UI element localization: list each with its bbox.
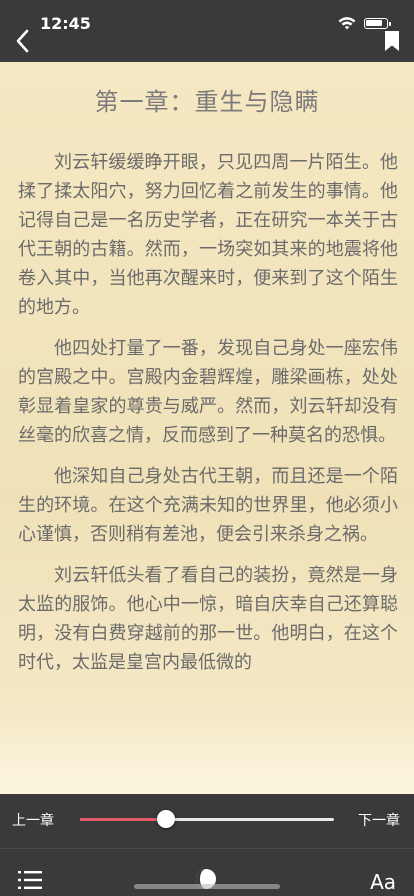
paragraph: 他四处打量了一番，发现自己身处一座宏伟的宫殿之中。宫殿内金碧辉煌，雕梁画栋，处处… <box>18 338 398 446</box>
paragraph: 他深知自己身处古代王朝，而且还是一个陌生的环境。在这个充满未知的世界里，他必须小… <box>18 466 398 545</box>
page-fade-overlay <box>0 712 414 794</box>
progress-slider[interactable] <box>80 810 334 828</box>
chapter-content: 刘云轩缓缓睁开眼，只见四周一片陌生。他揉了揉太阳穴，努力回忆着之前发生的事情。他… <box>18 148 398 689</box>
bookmark-button[interactable] <box>384 30 400 52</box>
battery-icon <box>364 17 391 29</box>
divider <box>0 848 414 849</box>
toc-button[interactable] <box>18 870 42 890</box>
paragraph: 刘云轩缓缓睁开眼，只见四周一片陌生。他揉了揉太阳穴，努力回忆着之前发生的事情。他… <box>18 152 398 318</box>
bookmark-icon <box>385 31 399 51</box>
font-settings-button[interactable]: Aa <box>370 870 396 894</box>
chapter-title: 第一章：重生与隐瞒 <box>94 88 320 116</box>
wifi-icon <box>338 16 356 29</box>
chevron-left-icon <box>16 29 29 53</box>
reading-page[interactable]: 第一章：重生与隐瞒 刘云轩缓缓睁开眼，只见四周一片陌生。他揉了揉太阳穴，努力回忆… <box>0 62 414 794</box>
status-icons <box>338 16 391 30</box>
next-chapter-button[interactable]: 下一章 <box>358 810 400 830</box>
progress-slider-fill <box>80 818 167 821</box>
home-indicator <box>134 884 280 889</box>
reader-controls: 上一章 下一章 Aa <box>0 794 414 896</box>
top-bar: 12:45 <box>0 0 414 62</box>
prev-chapter-button[interactable]: 上一章 <box>12 810 54 830</box>
list-icon <box>18 871 42 889</box>
progress-slider-thumb[interactable] <box>157 810 176 828</box>
paragraph: 刘云轩低头看了看自己的装扮，竟然是一身太监的服饰。他心中一惊，暗自庆幸自己还算聪… <box>18 565 398 673</box>
back-button[interactable] <box>12 28 34 54</box>
status-time: 12:45 <box>40 14 91 33</box>
